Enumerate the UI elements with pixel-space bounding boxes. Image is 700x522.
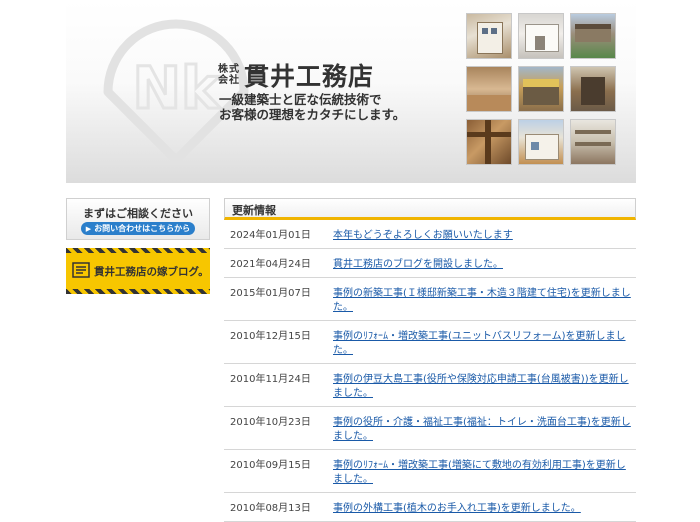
news-item: 2010年11月24日 事例の伊豆大島工事(役所や保険対応申請工事(台風被害))… — [224, 364, 636, 407]
news-link[interactable]: 事例の役所・介護・福祉工事(福祉：トイレ・洗面台工事)を更新しました。 — [333, 416, 636, 444]
news-heading: 更新情報 — [224, 198, 636, 220]
photo-house-garden[interactable] — [571, 14, 615, 58]
news-date: 2010年10月23日 — [230, 417, 311, 428]
news-link[interactable]: 本年もどうぞよろしくお願いいたします — [333, 229, 636, 243]
svg-text:Nk: Nk — [132, 54, 221, 122]
hazard-stripe — [66, 248, 210, 253]
photo-house-roof[interactable] — [519, 120, 563, 164]
photo-shop-front[interactable] — [519, 67, 563, 111]
site-header: Nk 株式 会社 貫井工務店 一級建築士と匠な伝統技術で お客様の理想をカタチにしま… — [66, 0, 636, 183]
news-item: 2024年01月01日 本年もどうぞよろしくお願いいたします — [224, 220, 636, 249]
news-link[interactable]: 貫井工務店のブログを開設しました。 — [333, 258, 636, 272]
news-link[interactable]: 事例の外構工事(植木のお手入れ工事)を更新しました。 — [333, 502, 636, 516]
photo-entrance[interactable] — [571, 67, 615, 111]
contact-button[interactable]: ▶ お問い合わせはこちらから — [81, 222, 195, 235]
blog-banner-label: 貫井工務店の嫁ブログ。 — [94, 266, 209, 278]
contact-banner-title: まずはご相談ください — [83, 207, 193, 220]
company-type: 株式 会社 — [218, 64, 240, 86]
news-link[interactable]: 事例のﾘﾌｫｰﾑ・増改築工事(ユニットバスリフォーム)を更新しました。 — [333, 330, 636, 358]
hazard-stripe — [66, 289, 210, 294]
news-link[interactable]: 事例のﾘﾌｫｰﾑ・増改築工事(増築にて敷地の有効利用工事)を更新しました。 — [333, 459, 636, 487]
photo-gallery — [467, 14, 625, 164]
photo-wooden-room[interactable] — [467, 67, 511, 111]
tagline: 一級建築士と匠な伝統技術で お客様の理想をカタチにします。 — [219, 92, 405, 122]
news-date: 2015年01月07日 — [230, 288, 311, 299]
news-date: 2010年11月24日 — [230, 374, 311, 385]
news-item: 2010年09月15日 事例のﾘﾌｫｰﾑ・増改築工事(増築にて敷地の有効利用工事… — [224, 450, 636, 493]
arrow-right-icon: ▶ — [85, 225, 92, 233]
news-link[interactable]: 事例の新築工事(Ｉ様邸新築工事・木造３階建て住宅)を更新しました。 — [333, 287, 636, 315]
company-name: 株式 会社 貫井工務店 — [218, 57, 374, 93]
news-date: 2010年12月15日 — [230, 331, 311, 342]
news-date: 2010年08月13日 — [230, 503, 311, 514]
news-date: 2021年04月24日 — [230, 259, 311, 270]
photo-house-exterior[interactable] — [467, 14, 511, 58]
photo-building-front[interactable] — [519, 14, 563, 58]
news-list: 2024年01月01日 本年もどうぞよろしくお願いいたします 2021年04月2… — [224, 220, 636, 522]
news-item: 2015年01月07日 事例の新築工事(Ｉ様邸新築工事・木造３階建て住宅)を更新… — [224, 278, 636, 321]
photo-timber-frame[interactable] — [467, 120, 511, 164]
contact-banner[interactable]: まずはご相談ください ▶ お問い合わせはこちらから — [66, 198, 210, 240]
news-heading-label: 更新情報 — [232, 204, 276, 217]
tagline-line-1: 一級建築士と匠な伝統技術で — [219, 92, 382, 107]
news-item: 2010年12月15日 事例のﾘﾌｫｰﾑ・増改築工事(ユニットバスリフォーム)を… — [224, 321, 636, 364]
blog-book-icon — [72, 262, 90, 278]
news-item: 2010年08月13日 事例の外構工事(植木のお手入れ工事)を更新しました。 — [224, 493, 636, 522]
news-item: 2010年10月23日 事例の役所・介護・福祉工事(福祉：トイレ・洗面台工事)を… — [224, 407, 636, 450]
company-title: 貫井工務店 — [244, 62, 375, 91]
tagline-line-2: お客様の理想をカタチにします。 — [219, 107, 406, 122]
news-date: 2024年01月01日 — [230, 230, 311, 241]
news-date: 2010年09月15日 — [230, 460, 311, 471]
photo-interior-shelves[interactable] — [571, 120, 615, 164]
news-link[interactable]: 事例の伊豆大島工事(役所や保険対応申請工事(台風被害))を更新しました。 — [333, 373, 636, 401]
blog-banner[interactable]: 貫井工務店の嫁ブログ。 — [66, 248, 210, 294]
news-item: 2021年04月24日 貫井工務店のブログを開設しました。 — [224, 249, 636, 278]
contact-button-label: お問い合わせはこちらから — [94, 224, 191, 233]
